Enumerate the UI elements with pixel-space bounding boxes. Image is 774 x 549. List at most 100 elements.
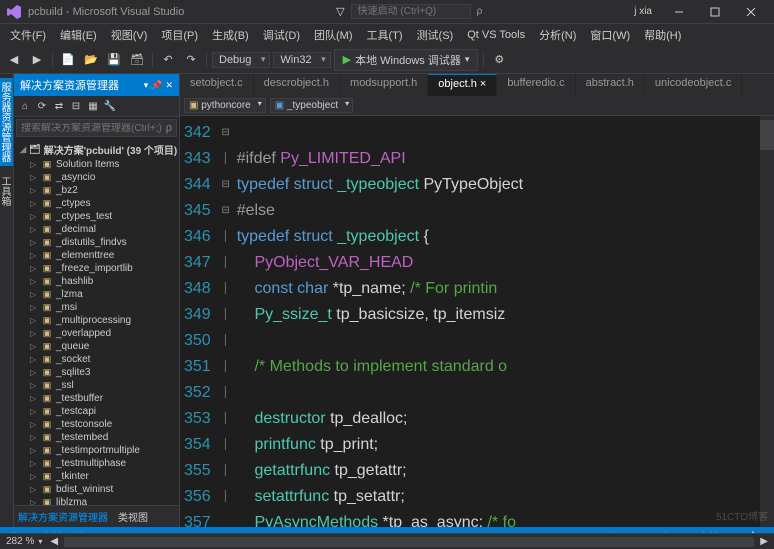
start-debug-button[interactable]: ▶本地 Windows 调试器▾ [334,49,479,71]
tab-solution-explorer[interactable]: 解决方案资源管理器 [18,509,108,524]
collapse-icon[interactable]: ⊟ [69,99,83,113]
solution-explorer: 解决方案资源管理器 ▾ 📌 ✕ ⌂ ⟳ ⇄ ⊟ ▦ 🔧 ρ ◢🗂解决方案'pcb… [14,74,180,527]
minimize-button[interactable] [662,2,696,22]
panel-close-icon[interactable]: ✕ [165,80,173,91]
misc-tool-icon[interactable]: ⚙ [489,50,509,70]
project-item[interactable]: ▷▣_tkinter [14,470,179,483]
project-item[interactable]: ▷▣_freeze_importlib [14,262,179,275]
project-item[interactable]: ▷▣_testimportmultiple [14,444,179,457]
project-item[interactable]: ▷▣_ctypes [14,197,179,210]
editor-tab[interactable]: descrobject.h [254,74,340,96]
save-icon[interactable]: 💾 [104,50,124,70]
nav-back-icon[interactable]: ◀ [4,50,24,70]
open-icon[interactable]: 📂 [81,50,101,70]
notification-icon[interactable]: ▽ [336,5,344,18]
platform-combo[interactable]: Win32 [273,52,330,68]
project-item[interactable]: ▷▣_queue [14,340,179,353]
editor-tab[interactable]: object.h × [428,74,497,96]
menu-item[interactable]: 文件(F) [4,25,52,45]
menu-item[interactable]: 视图(V) [105,25,154,45]
refresh-icon[interactable]: ⟳ [35,99,49,113]
menu-item[interactable]: 窗口(W) [584,25,636,45]
editor-tab[interactable]: setobject.c [180,74,254,96]
project-item[interactable]: ▷▣_sqlite3 [14,366,179,379]
left-tool-tabs: 服务器资源管理器 工具箱 [0,74,14,527]
panel-dropdown-icon[interactable]: ▾ [144,80,149,91]
search-icon[interactable]: ρ [166,122,172,134]
quick-launch-input[interactable] [351,4,471,19]
nav-fwd-icon[interactable]: ▶ [27,50,47,70]
menu-item[interactable]: 团队(M) [308,25,359,45]
project-item[interactable]: ▷▣_lzma [14,288,179,301]
code-content[interactable]: #ifdef Py_LIMITED_APItypedef struct _typ… [233,116,774,527]
watermark: 51CTO博客 [716,508,768,523]
menu-item[interactable]: 工具(T) [361,25,409,45]
project-item[interactable]: ▷▣_asyncio [14,171,179,184]
project-item[interactable]: ▷▣_hashlib [14,275,179,288]
editor-tab[interactable]: unicodeobject.c [645,74,742,96]
code-editor: 3423433443453463473483493503513523533543… [180,116,774,527]
project-item[interactable]: ▷▣liblzma [14,496,179,505]
project-item[interactable]: ▷▣_elementtree [14,249,179,262]
menu-item[interactable]: 调试(D) [257,25,306,45]
project-item[interactable]: ▷▣bdist_wininst [14,483,179,496]
project-item[interactable]: ▷▣Solution Items [14,158,179,171]
user-label[interactable]: j xia [634,6,652,17]
project-item[interactable]: ▷▣_multiprocessing [14,314,179,327]
line-numbers: 3423433443453463473483493503513523533543… [180,116,219,527]
zoom-level[interactable]: 282 % [6,536,34,547]
maximize-button[interactable] [698,2,732,22]
menu-bar: 文件(F)编辑(E)视图(V)项目(P)生成(B)调试(D)团队(M)工具(T)… [0,24,774,46]
project-item[interactable]: ▷▣_msi [14,301,179,314]
project-item[interactable]: ▷▣_testbuffer [14,392,179,405]
tab-class-view[interactable]: 类视图 [118,509,148,524]
project-item[interactable]: ▷▣_socket [14,353,179,366]
pin-icon[interactable]: 📌 [151,80,162,91]
editor-tab[interactable]: abstract.h [576,74,645,96]
project-item[interactable]: ▷▣_testmultiphase [14,457,179,470]
menu-item[interactable]: 测试(S) [411,25,460,45]
solution-root[interactable]: ◢🗂解决方案'pcbuild' (39 个项目) [14,141,179,158]
nav-scope-combo[interactable]: ▣ _typeobject [270,98,353,113]
main-toolbar: ◀ ▶ 📄 📂 💾 🗃 ↶ ↷ Debug Win32 ▶本地 Windows … [0,46,774,74]
redo-icon[interactable]: ↷ [181,50,201,70]
solution-search-input[interactable] [21,123,166,134]
server-explorer-tab[interactable]: 服务器资源管理器 [0,78,13,166]
close-button[interactable] [734,2,768,22]
undo-icon[interactable]: ↶ [158,50,178,70]
menu-item[interactable]: 分析(N) [533,25,582,45]
project-item[interactable]: ▷▣_bz2 [14,184,179,197]
project-item[interactable]: ▷▣_decimal [14,223,179,236]
project-item[interactable]: ▷▣_overlapped [14,327,179,340]
horizontal-scrollbar[interactable] [64,537,754,547]
toolbox-tab[interactable]: 工具箱 [0,172,13,210]
solution-explorer-title: 解决方案资源管理器 [20,77,119,93]
vertical-scrollbar[interactable] [760,116,774,527]
config-combo[interactable]: Debug [212,52,270,68]
editor-tab[interactable]: bufferedio.c [497,74,575,96]
new-project-icon[interactable]: 📄 [58,50,78,70]
show-all-icon[interactable]: ▦ [86,99,100,113]
project-item[interactable]: ▷▣_ctypes_test [14,210,179,223]
project-item[interactable]: ▷▣_testconsole [14,418,179,431]
menu-item[interactable]: Qt VS Tools [461,27,531,43]
menu-item[interactable]: 帮助(H) [638,25,687,45]
project-item[interactable]: ▷▣_testcapi [14,405,179,418]
editor-tab[interactable]: modsupport.h [340,74,428,96]
fold-margin[interactable]: ⊟│⊟⊟│││││││││││ [219,116,233,527]
play-icon: ▶ [343,53,351,66]
menu-item[interactable]: 编辑(E) [54,25,103,45]
menu-item[interactable]: 项目(P) [155,25,204,45]
sync-icon[interactable]: ⇄ [52,99,66,113]
menu-item[interactable]: 生成(B) [206,25,255,45]
project-item[interactable]: ▷▣_ssl [14,379,179,392]
save-all-icon[interactable]: 🗃 [127,50,147,70]
window-title: pcbuild - Microsoft Visual Studio [28,6,184,18]
quick-launch-hint: ρ [477,6,483,17]
properties-icon[interactable]: 🔧 [103,99,117,113]
nav-project-combo[interactable]: ▣ pythoncore [184,98,266,113]
project-item[interactable]: ▷▣_distutils_findvs [14,236,179,249]
home-icon[interactable]: ⌂ [18,99,32,113]
project-item[interactable]: ▷▣_testembed [14,431,179,444]
vs-logo-icon [6,4,22,20]
